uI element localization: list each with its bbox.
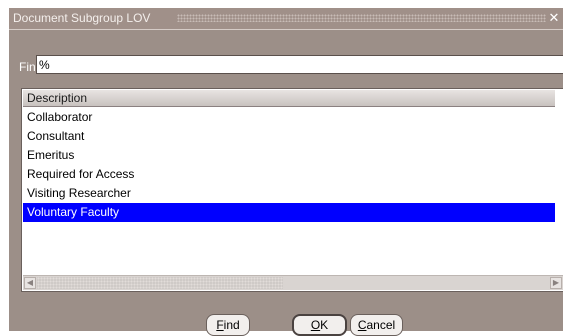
- title-bar[interactable]: Document Subgroup LOV ✕: [9, 8, 563, 29]
- close-icon[interactable]: ✕: [548, 10, 560, 26]
- ok-button-mnemonic: O: [310, 318, 321, 332]
- ok-button-label: K: [320, 318, 329, 332]
- window-title: Document Subgroup LOV: [13, 11, 151, 25]
- find-button[interactable]: Find: [206, 314, 250, 336]
- find-input[interactable]: %: [36, 55, 563, 74]
- scroll-left-icon[interactable]: ◀: [24, 277, 36, 289]
- results-list: Description Collaborator Consultant Emerit…: [21, 88, 563, 292]
- list-item[interactable]: Emeritus: [23, 146, 555, 165]
- description-column-header[interactable]: Description: [23, 90, 555, 107]
- list-item[interactable]: Consultant: [23, 127, 555, 146]
- horizontal-scrollbar[interactable]: ◀ ▶: [23, 275, 563, 290]
- cancel-button[interactable]: Cancel: [350, 314, 403, 336]
- title-divider: [9, 29, 563, 30]
- find-button-label: ind: [223, 318, 240, 332]
- results-rows: Collaborator Consultant Emeritus Required f…: [23, 108, 555, 222]
- find-button-mnemonic: F: [216, 318, 224, 332]
- cancel-button-label: ancel: [366, 318, 396, 332]
- list-item[interactable]: Required for Access: [23, 165, 555, 184]
- vertical-scroll-track: [556, 89, 563, 275]
- list-item[interactable]: Collaborator: [23, 108, 555, 127]
- list-item[interactable]: Visiting Researcher: [23, 184, 555, 203]
- list-item[interactable]: Voluntary Faculty: [23, 203, 555, 222]
- horizontal-scroll-thumb[interactable]: [37, 277, 283, 289]
- ok-button[interactable]: OK: [292, 314, 347, 336]
- title-bar-grip: [177, 14, 546, 22]
- lov-dialog: Document Subgroup LOV ✕ Find % Descripti…: [9, 8, 563, 336]
- scroll-right-icon[interactable]: ▶: [550, 277, 562, 289]
